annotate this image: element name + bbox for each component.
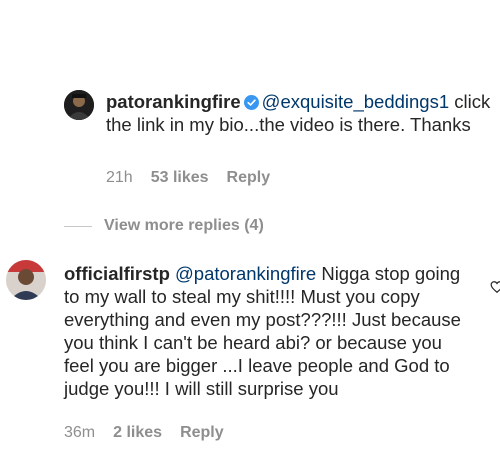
divider-line	[64, 225, 92, 227]
comment-time[interactable]: 36m	[64, 424, 95, 441]
avatar-image	[64, 90, 94, 120]
comment-text-block: patorankingfire @exquisite_beddings1 clic…	[106, 90, 496, 136]
heart-icon[interactable]	[490, 280, 500, 294]
comment-meta: 21h 53 likes Reply	[106, 168, 288, 188]
reply-button[interactable]: Reply	[180, 424, 224, 441]
avatar-patorankingfire[interactable]	[64, 90, 94, 120]
verified-badge-icon	[243, 95, 259, 110]
avatar-officialfirstp[interactable]	[6, 260, 46, 300]
comment-time[interactable]: 21h	[106, 169, 133, 186]
avatar-image	[6, 260, 46, 300]
comment-username[interactable]: patorankingfire	[106, 91, 241, 112]
view-more-replies[interactable]: View more replies (4)	[64, 216, 264, 236]
comment-mention[interactable]: @patorankingfire	[175, 263, 316, 284]
view-more-replies-label: View more replies (4)	[104, 217, 264, 234]
comment-mention[interactable]: @exquisite_beddings1	[262, 91, 449, 112]
comment-username[interactable]: officialfirstp	[64, 263, 170, 284]
comment-text-block: officialfirstp @patorankingfire Nigga st…	[64, 262, 464, 400]
comment-likes[interactable]: 2 likes	[113, 424, 162, 441]
comment-meta: 36m 2 likes Reply	[64, 423, 242, 443]
reply-comment: patorankingfire @exquisite_beddings1 clic…	[0, 0, 500, 200]
main-comment: officialfirstp @patorankingfire Nigga st…	[0, 250, 500, 476]
reply-button[interactable]: Reply	[227, 169, 271, 186]
comment-likes[interactable]: 53 likes	[151, 169, 209, 186]
